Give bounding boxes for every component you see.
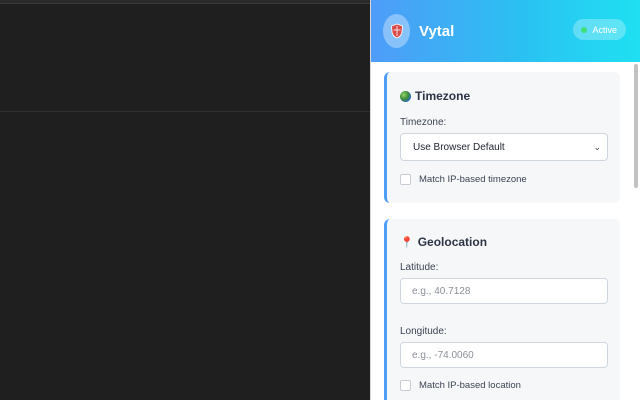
- latitude-label: Latitude:: [400, 262, 439, 273]
- timezone-field-label: Timezone:: [400, 117, 447, 128]
- status-label: Active: [592, 24, 617, 35]
- status-badge: Active: [573, 19, 626, 40]
- geolocation-card-title: 📍 Geolocation: [400, 234, 607, 250]
- timezone-title-text: Timezone: [415, 89, 471, 103]
- settings-panel: Timezone Timezone: Use Browser Default ⌄…: [371, 62, 640, 400]
- longitude-input[interactable]: e.g., -74.0060: [400, 342, 608, 368]
- browser-top-edge: [0, 0, 370, 4]
- longitude-label: Longitude:: [400, 326, 447, 337]
- match-ip-timezone-checkbox[interactable]: [400, 173, 411, 185]
- scrollbar[interactable]: [633, 62, 639, 400]
- match-ip-timezone-row[interactable]: Match IP-based timezone: [400, 172, 607, 186]
- geolocation-card: 📍 Geolocation Latitude: e.g., 40.7128 Lo…: [384, 219, 620, 400]
- geolocation-title-text: Geolocation: [417, 235, 488, 249]
- match-ip-timezone-label[interactable]: Match IP-based timezone: [419, 174, 527, 185]
- app-title: Vytal: [419, 22, 455, 40]
- match-ip-location-label[interactable]: Match IP-based location: [419, 380, 521, 391]
- match-ip-location-checkbox[interactable]: [400, 379, 411, 391]
- timezone-card-title: Timezone: [400, 88, 607, 104]
- page-divider: [0, 111, 370, 112]
- extension-popup: Vytal Active Timezone Timezone: Use Brow…: [370, 0, 640, 400]
- latitude-input[interactable]: e.g., 40.7128: [400, 278, 608, 304]
- globe-icon: [400, 90, 411, 102]
- timezone-card: Timezone Timezone: Use Browser Default ⌄…: [384, 72, 620, 203]
- status-dot-icon: [581, 26, 588, 33]
- shield-logo-icon: [383, 14, 410, 48]
- match-ip-location-row[interactable]: Match IP-based location: [400, 378, 607, 392]
- pin-icon: 📍: [400, 236, 414, 249]
- scrollbar-thumb[interactable]: [634, 64, 638, 188]
- popup-header: Vytal Active: [371, 0, 640, 62]
- chevron-down-icon: ⌄: [593, 141, 601, 152]
- timezone-select-value: Use Browser Default: [413, 141, 505, 153]
- timezone-select[interactable]: Use Browser Default ⌄: [400, 133, 608, 161]
